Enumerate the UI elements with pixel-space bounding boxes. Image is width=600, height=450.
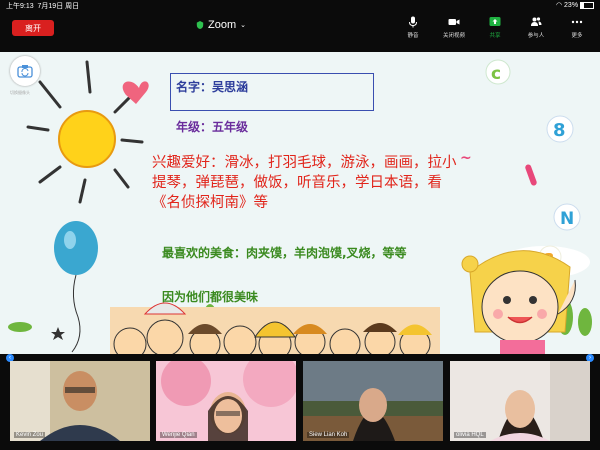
stop-video-label: 关闭视频: [442, 33, 465, 39]
more-button[interactable]: 更多: [558, 16, 596, 50]
chevron-down-icon: ⌄: [240, 22, 246, 29]
participants-button[interactable]: 参与人: [517, 16, 555, 50]
video-camera-icon: [448, 19, 460, 25]
video-tile[interactable]: Siew Lian Koh: [303, 361, 443, 441]
svg-text:c: c: [491, 64, 501, 84]
participants-label: 参与人: [527, 33, 545, 39]
shared-screen: c 8 N 3 ~: [0, 52, 600, 354]
hobbies-text: 兴趣爱好：滑冰，打羽毛球，游泳，画画，拉小提琴，弹琵琶，做饭，听音乐，学日本语，…: [152, 155, 457, 211]
participant-video: [10, 361, 150, 441]
switch-camera-icon: [17, 65, 33, 78]
children-illustration: [110, 302, 440, 354]
microphone-icon: [409, 16, 417, 28]
favorite-food-text: 最喜欢的美食：肉夹馍，羊肉泡馍,叉烧，等等: [162, 246, 407, 260]
meeting-title[interactable]: Zoom ⌄: [196, 19, 246, 31]
leave-button[interactable]: 离开: [12, 20, 54, 36]
participant-name: Siew Lian Koh: [307, 432, 350, 438]
more-label: 更多: [571, 33, 583, 39]
battery-icon: [580, 1, 594, 9]
status-bar: 上午9:13 7月19日 周日 ◠ 23%: [0, 0, 600, 12]
participant-video: [156, 361, 296, 441]
video-tile[interactable]: Wenjie Qian: [156, 361, 296, 441]
participant-name: olivia HQL: [454, 432, 486, 438]
meeting-title-label: Zoom: [208, 19, 237, 31]
mute-label: 静音: [407, 33, 419, 39]
reason-text: 因为他们都很美味: [162, 290, 259, 304]
status-time: 上午9:13: [6, 3, 34, 10]
participant-video: [303, 361, 443, 441]
participant-video: [450, 361, 590, 441]
status-date: 7月19日 周日: [37, 3, 80, 10]
share-screen-icon: [489, 17, 501, 26]
battery-percent: 23%: [564, 2, 579, 9]
student-name: 名字：吴思涵: [176, 80, 249, 94]
svg-text:8: 8: [553, 120, 566, 141]
share-button[interactable]: 共享: [476, 16, 514, 50]
student-grade: 年级：五年级: [176, 120, 249, 134]
video-tile[interactable]: olivia HQL: [450, 361, 590, 441]
more-icon: [571, 20, 583, 24]
participant-name: Wenjie Qian: [160, 432, 197, 438]
mute-button[interactable]: 静音: [394, 16, 432, 50]
meeting-toolbar: 离开 Zoom ⌄ 静音 关闭视频 共享 参与人 更多: [0, 12, 600, 52]
stop-video-button[interactable]: 关闭视频: [435, 16, 473, 50]
share-label: 共享: [489, 33, 501, 39]
participant-strip: ‹ › Kevin Zou Wenjie Qian Siew Lian Koh …: [0, 354, 600, 450]
video-tile[interactable]: Kevin Zou: [10, 361, 150, 441]
shield-icon: [196, 21, 204, 29]
wifi-icon: ◠: [555, 2, 563, 9]
switch-camera-label: 切换摄像头: [10, 90, 30, 95]
participant-name: Kevin Zou: [14, 432, 46, 438]
participants-icon: [531, 17, 542, 26]
svg-text:N: N: [560, 209, 574, 229]
switch-camera-button[interactable]: [10, 56, 40, 86]
